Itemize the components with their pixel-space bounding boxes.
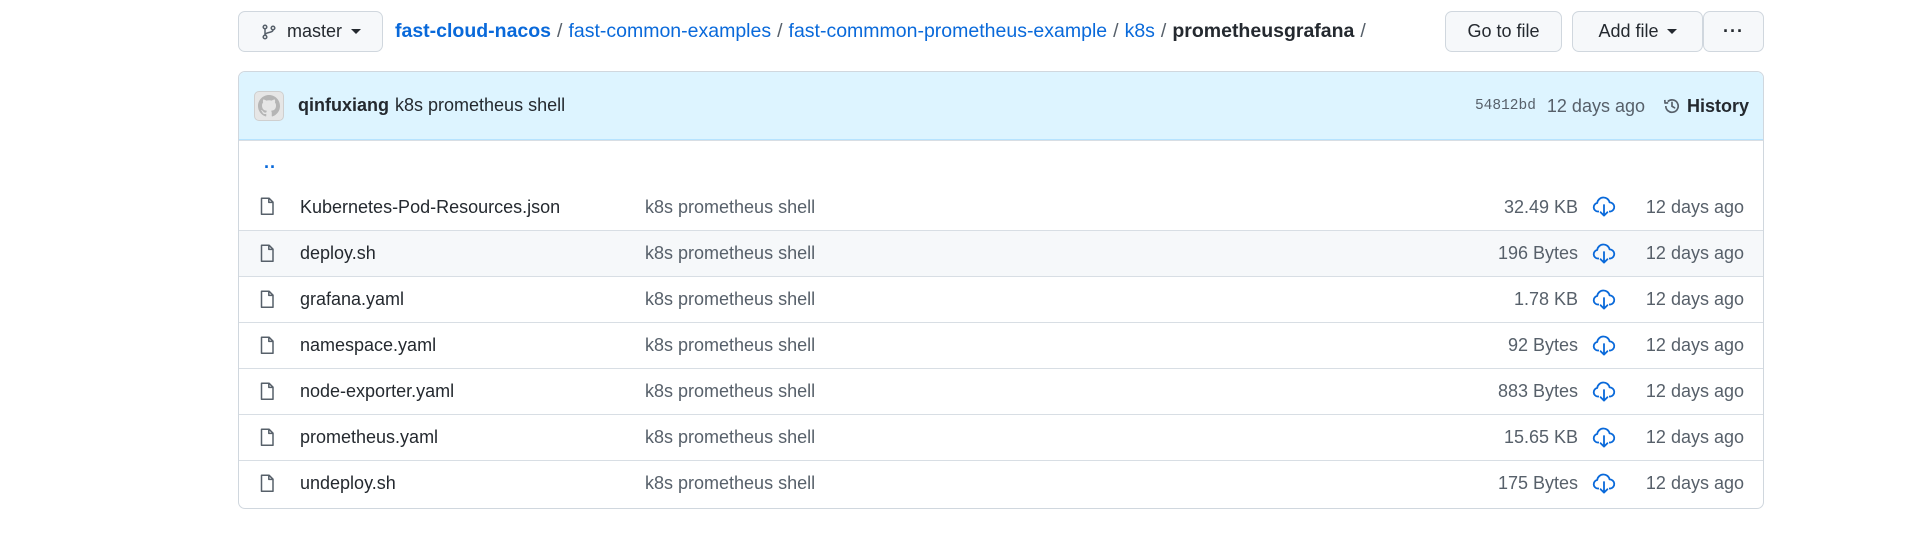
add-file-label: Add file bbox=[1598, 21, 1659, 41]
file-row[interactable]: grafana.yaml k8s prometheus shell 1.78 K… bbox=[239, 276, 1763, 322]
file-date: 12 days ago bbox=[1645, 335, 1744, 355]
commit-author-link[interactable]: qinfuxiang bbox=[298, 95, 389, 116]
file-size: 1.78 KB bbox=[1513, 289, 1578, 309]
parent-directory-row[interactable]: .. bbox=[239, 140, 1763, 184]
breadcrumb-separator: / bbox=[777, 20, 783, 42]
file-date: 12 days ago bbox=[1645, 473, 1744, 493]
file-name-link[interactable]: deploy.sh bbox=[300, 243, 376, 264]
file-name-link[interactable]: prometheus.yaml bbox=[300, 427, 438, 448]
file-icon bbox=[260, 382, 274, 401]
latest-commit-bar: qinfuxiang k8s prometheus shell 54812bd … bbox=[239, 72, 1763, 140]
file-icon bbox=[260, 336, 274, 355]
cloud-download-icon[interactable] bbox=[1592, 289, 1616, 311]
avatar[interactable] bbox=[254, 90, 284, 121]
breadcrumb-separator: / bbox=[1360, 20, 1366, 42]
file-icon bbox=[260, 244, 274, 263]
history-clock-icon bbox=[1663, 99, 1679, 114]
file-name-link[interactable]: undeploy.sh bbox=[300, 473, 396, 494]
file-icon bbox=[260, 290, 274, 309]
history-label: History bbox=[1686, 95, 1749, 116]
go-to-file-button[interactable]: Go to file bbox=[1445, 11, 1562, 52]
add-file-button[interactable]: Add file bbox=[1572, 11, 1703, 52]
file-commit-message-link[interactable]: k8s prometheus shell bbox=[645, 197, 815, 218]
chevron-down-icon bbox=[1666, 29, 1677, 34]
breadcrumb-folder-link[interactable]: fast-commmon-prometheus-example bbox=[789, 20, 1108, 43]
cloud-download-icon[interactable] bbox=[1592, 196, 1616, 218]
commit-message-link[interactable]: k8s prometheus shell bbox=[395, 95, 565, 116]
cloud-download-icon[interactable] bbox=[1592, 427, 1616, 449]
file-row[interactable]: deploy.sh k8s prometheus shell 196 Bytes… bbox=[239, 230, 1763, 276]
cloud-download-icon[interactable] bbox=[1592, 335, 1616, 357]
file-date: 12 days ago bbox=[1645, 196, 1744, 217]
file-size: 32.49 KB bbox=[1503, 196, 1578, 217]
commit-time: 12 days ago bbox=[1546, 95, 1645, 116]
file-icon bbox=[260, 474, 274, 493]
breadcrumb-folder-link[interactable]: fast-common-examples bbox=[568, 20, 771, 43]
file-size: 175 Bytes bbox=[1497, 473, 1578, 493]
cloud-download-icon[interactable] bbox=[1592, 473, 1616, 495]
branch-selector-button[interactable]: master bbox=[238, 11, 383, 52]
file-browser: qinfuxiang k8s prometheus shell 54812bd … bbox=[238, 71, 1764, 509]
file-date: 12 days ago bbox=[1645, 289, 1744, 309]
commit-sha-link[interactable]: 54812bd bbox=[1475, 98, 1536, 114]
history-link[interactable]: History bbox=[1663, 96, 1749, 117]
file-row[interactable]: node-exporter.yaml k8s prometheus shell … bbox=[239, 368, 1763, 414]
github-octocat-icon bbox=[258, 94, 280, 116]
cloud-download-icon[interactable] bbox=[1592, 381, 1616, 403]
file-commit-message-link[interactable]: k8s prometheus shell bbox=[645, 243, 815, 264]
file-date: 12 days ago bbox=[1645, 381, 1744, 401]
breadcrumb-separator: / bbox=[1160, 20, 1167, 42]
file-commit-message-link[interactable]: k8s prometheus shell bbox=[645, 473, 815, 494]
breadcrumb: fast-cloud-nacos / fast-common-examples … bbox=[395, 11, 1372, 52]
file-date: 12 days ago bbox=[1645, 243, 1744, 263]
file-row[interactable]: namespace.yaml k8s prometheus shell 92 B… bbox=[239, 322, 1763, 368]
file-icon bbox=[260, 197, 274, 216]
parent-directory-link[interactable]: .. bbox=[264, 152, 276, 173]
file-name-link[interactable]: grafana.yaml bbox=[300, 289, 404, 310]
file-name-link[interactable]: Kubernetes-Pod-Resources.json bbox=[300, 197, 560, 218]
file-size: 883 Bytes bbox=[1497, 381, 1578, 401]
file-size: 15.65 KB bbox=[1503, 427, 1578, 447]
chevron-down-icon bbox=[351, 29, 362, 34]
branch-name: master bbox=[287, 21, 343, 41]
file-list: Kubernetes-Pod-Resources.json k8s promet… bbox=[239, 184, 1763, 506]
file-row[interactable]: Kubernetes-Pod-Resources.json k8s promet… bbox=[239, 184, 1763, 230]
git-branch-icon bbox=[262, 23, 276, 40]
breadcrumb-repo-link[interactable]: fast-cloud-nacos bbox=[395, 20, 551, 43]
file-row[interactable]: prometheus.yaml k8s prometheus shell 15.… bbox=[239, 414, 1763, 460]
file-row[interactable]: undeploy.sh k8s prometheus shell 175 Byt… bbox=[239, 460, 1763, 506]
file-size: 196 Bytes bbox=[1497, 243, 1578, 263]
breadcrumb-separator: / bbox=[1113, 20, 1119, 42]
file-name-link[interactable]: namespace.yaml bbox=[300, 335, 436, 356]
kebab-menu-icon: ··· bbox=[1723, 21, 1744, 41]
breadcrumb-folder-link[interactable]: k8s bbox=[1125, 20, 1155, 43]
file-commit-message-link[interactable]: k8s prometheus shell bbox=[645, 335, 815, 356]
file-date: 12 days ago bbox=[1645, 427, 1744, 447]
go-to-file-label: Go to file bbox=[1467, 21, 1540, 41]
file-commit-message-link[interactable]: k8s prometheus shell bbox=[645, 289, 815, 310]
file-icon bbox=[260, 428, 274, 447]
file-size: 92 Bytes bbox=[1507, 335, 1578, 355]
cloud-download-icon[interactable] bbox=[1592, 243, 1616, 265]
breadcrumb-separator: / bbox=[557, 20, 563, 42]
breadcrumb-current-folder: prometheusgrafana bbox=[1172, 20, 1355, 42]
file-name-link[interactable]: node-exporter.yaml bbox=[300, 381, 454, 402]
more-options-button[interactable]: ··· bbox=[1703, 11, 1764, 52]
commit-meta: 54812bd 12 days ago History bbox=[1475, 72, 1749, 140]
file-commit-message-link[interactable]: k8s prometheus shell bbox=[645, 381, 815, 402]
file-commit-message-link[interactable]: k8s prometheus shell bbox=[645, 427, 815, 448]
repo-toolbar: master fast-cloud-nacos / fast-common-ex… bbox=[238, 11, 1764, 52]
